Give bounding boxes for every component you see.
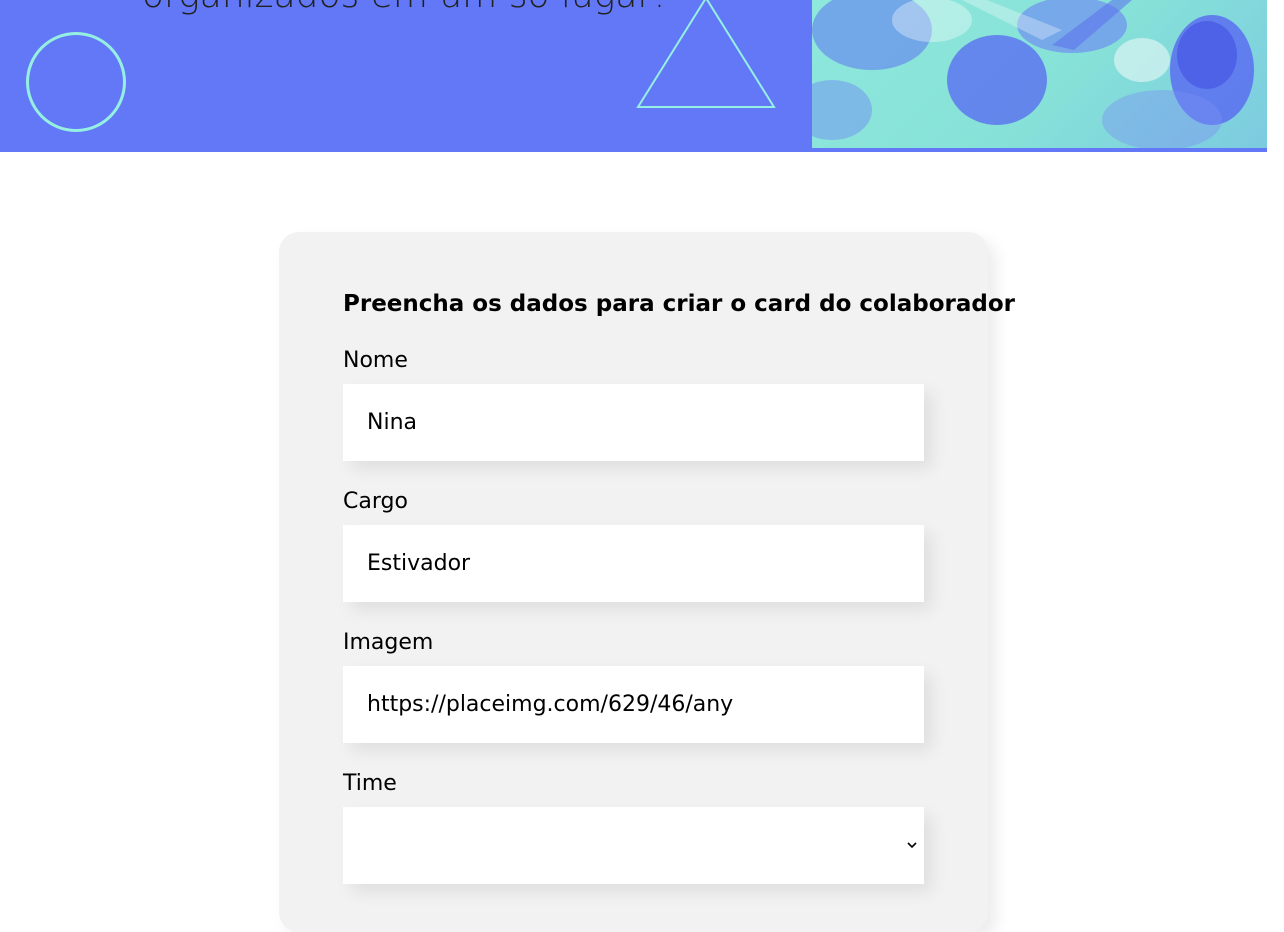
circle-outline-icon: [26, 32, 126, 132]
imagem-label: Imagem: [343, 630, 434, 655]
collaborator-form: Preencha os dados para criar o card do c…: [279, 232, 1015, 932]
form-heading: Preencha os dados para criar o card do c…: [343, 291, 1015, 317]
cargo-label: Cargo: [343, 489, 408, 514]
time-label: Time: [343, 771, 397, 796]
triangle-outline-icon: [636, 0, 776, 108]
chevron-down-icon: [907, 842, 917, 849]
banner: organizados em um só lugar!: [0, 0, 1267, 152]
nome-input[interactable]: Nina: [343, 384, 924, 461]
cargo-input[interactable]: Estivador: [343, 525, 924, 602]
team-hands-photo: [812, 0, 1267, 148]
imagem-input[interactable]: https://placeimg.com/629/46/any: [343, 666, 924, 743]
time-select[interactable]: [343, 807, 924, 884]
banner-title: organizados em um só lugar!: [142, 0, 667, 18]
nome-label: Nome: [343, 348, 408, 373]
